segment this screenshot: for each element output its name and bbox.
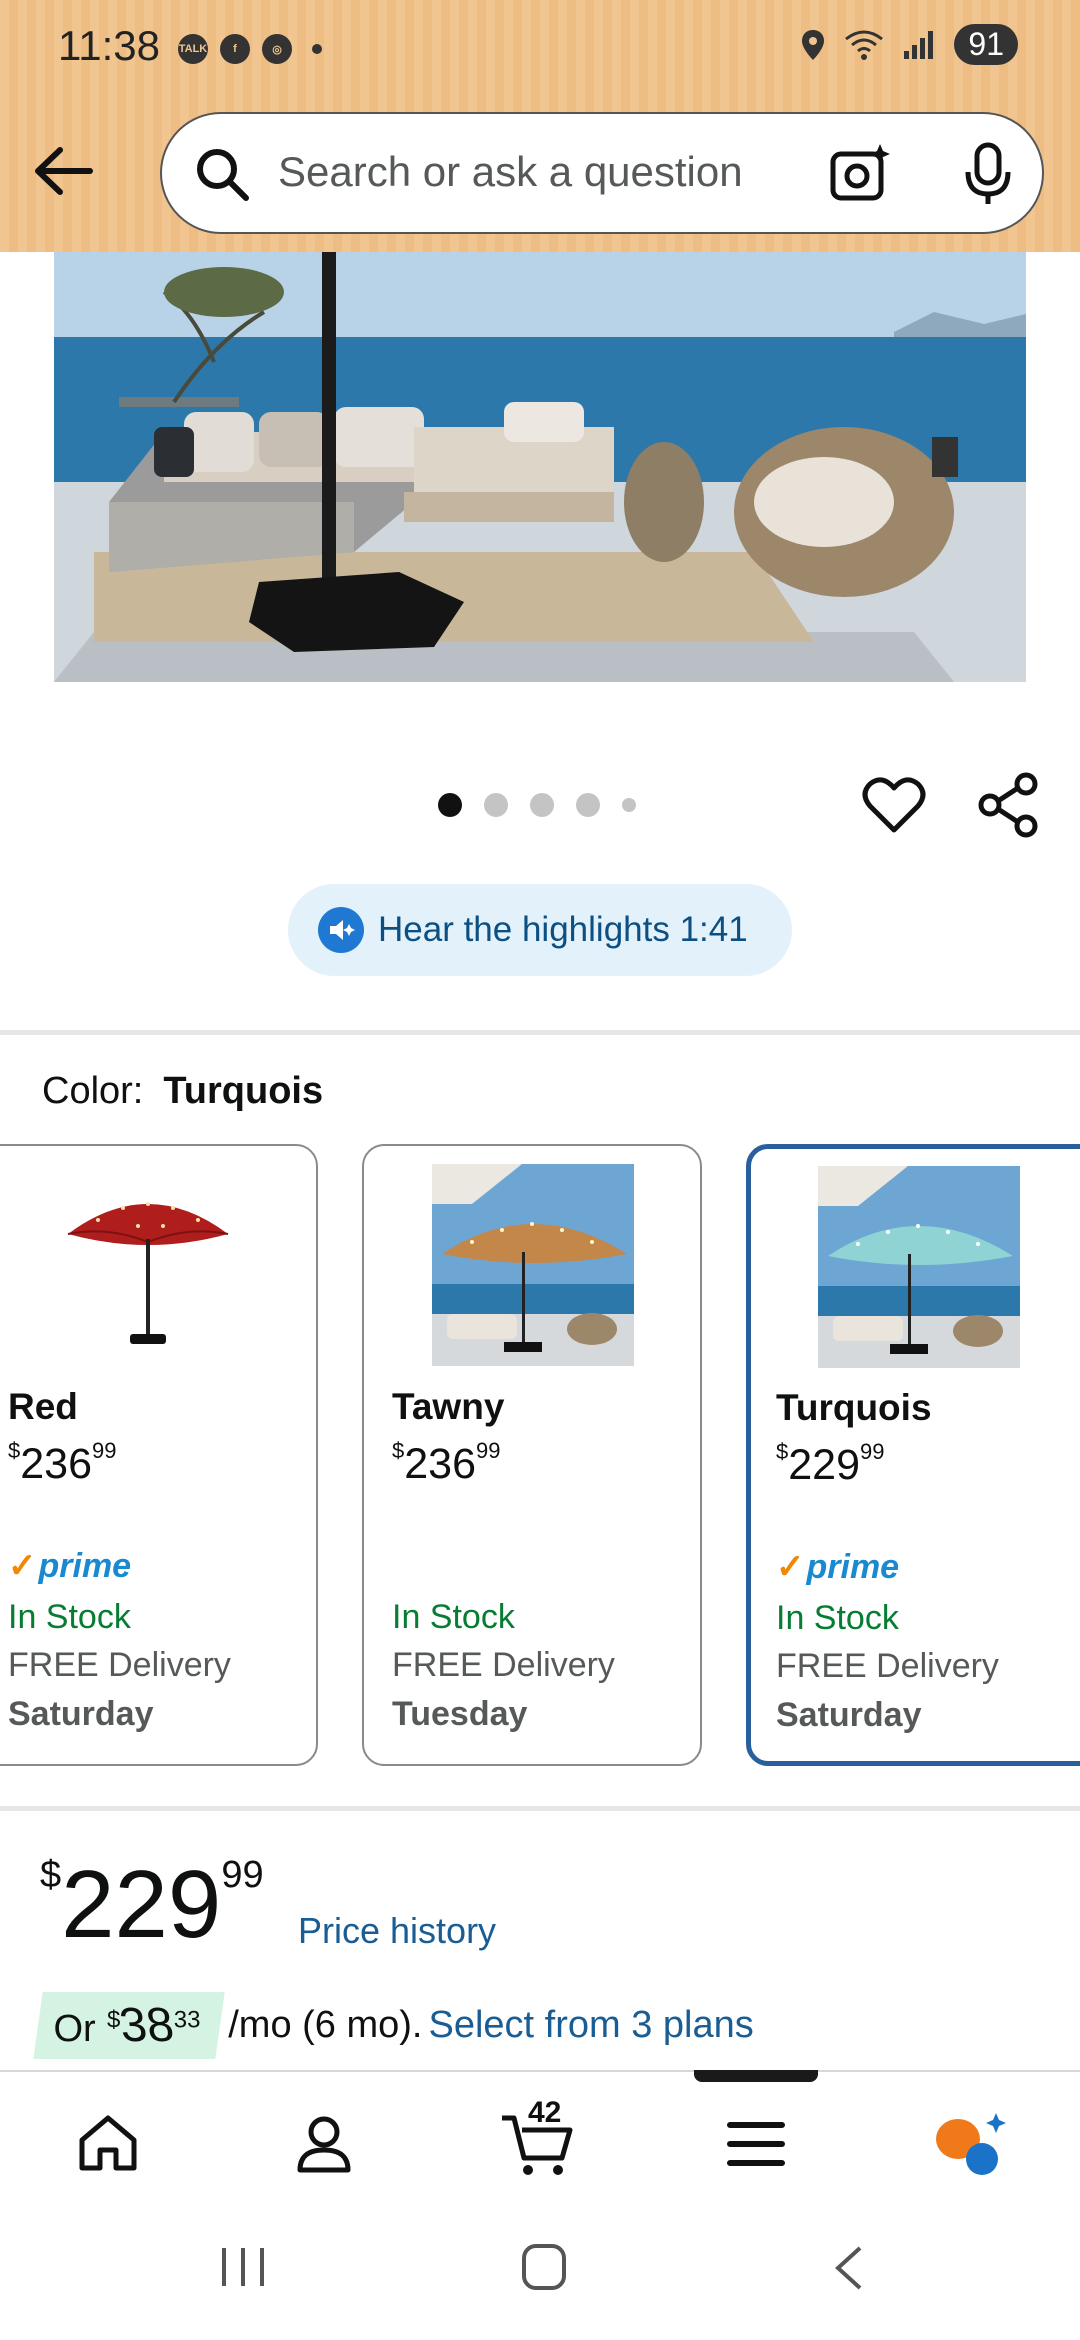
color-selector-label: Color: Turquois [42,1070,323,1113]
share-icon[interactable] [976,772,1040,838]
tawny-umbrella-image [432,1164,634,1366]
system-navigation [0,2200,1080,2340]
hear-highlights-label: Hear the highlights 1:41 [378,910,748,949]
signal-icon [904,30,934,59]
pager-dot[interactable] [576,793,600,817]
color-label: Color: [42,1070,144,1112]
audio-sparkle-icon [318,907,364,953]
installment-suffix: /mo (6 mo). [228,2003,423,2046]
variant-card-red[interactable]: Red $23699 ✓prime In Stock FREE Delivery… [0,1144,318,1766]
variant-name: Turquois [776,1387,932,1428]
section-divider [0,1806,1080,1811]
battery-level: 91 [954,24,1018,65]
back-arrow-icon[interactable] [28,136,98,206]
system-status: 91 [800,24,1018,65]
variant-name: Tawny [392,1386,505,1427]
pager-dot[interactable] [622,798,636,812]
hear-highlights-button[interactable]: Hear the highlights 1:41 [288,884,792,976]
delivery-day: Saturday [776,1696,922,1734]
prime-badge: ✓prime [8,1547,132,1585]
pager-dot[interactable] [438,793,462,817]
delivery-text: FREE Delivery [8,1646,231,1684]
wishlist-heart-icon[interactable] [862,774,926,834]
installment-offer: Or $3833 /mo (6 mo). Select from 3 plans [33,1988,754,2062]
rufus-assistant-icon[interactable] [930,2104,1010,2184]
variant-price: $22999 [776,1439,885,1489]
status-time: 11:38 [58,22,160,69]
variant-price: $23699 [8,1438,117,1488]
active-tab-indicator [694,2070,818,2082]
select-plans-link[interactable]: Select from 3 plans [428,2004,753,2047]
wifi-icon [845,30,884,60]
more-notifications-icon [312,44,322,54]
stock-status: In Stock [776,1599,899,1637]
variant-name: Red [8,1386,78,1427]
talk-icon: TALK [178,34,208,64]
chrome-icon: ◎ [262,34,292,64]
prime-badge: ✓prime [776,1548,900,1586]
patio-scene-image [54,252,1026,682]
notification-icons: TALK f ◎ [178,34,322,64]
price-history-link[interactable]: Price history [298,1910,496,1952]
variant-card-turquois[interactable]: Turquois $22999 ✓prime In Stock FREE Del… [746,1144,1080,1766]
delivery-day: Tuesday [392,1695,528,1733]
monthly-price-pill: Or $3833 [33,1991,225,2059]
search-bar[interactable]: Search or ask a question [160,112,1044,234]
prime-check-icon: ✓ [8,1547,37,1585]
menu-icon[interactable] [716,2104,796,2184]
stock-status: In Stock [8,1598,131,1636]
facebook-icon: f [220,34,250,64]
variant-card-tawny[interactable]: Tawny $23699 In Stock FREE Delivery Tues… [362,1144,702,1766]
delivery-text: FREE Delivery [392,1646,615,1684]
back-system-icon[interactable] [830,2244,866,2292]
account-icon[interactable] [284,2104,364,2184]
home-icon[interactable] [68,2104,148,2184]
search-input[interactable]: Search or ask a question [278,148,743,196]
recent-apps-icon[interactable] [218,2244,268,2290]
red-umbrella-image [67,1202,229,1344]
pager-dot[interactable] [484,793,508,817]
prime-check-icon: ✓ [776,1548,805,1586]
main-price: $22999 [40,1851,264,1958]
pager-dot[interactable] [530,793,554,817]
product-image[interactable] [54,252,1026,682]
microphone-icon[interactable] [962,142,1014,206]
top-header: 11:38 TALK f ◎ 91 Search or ask a questi… [0,0,1080,252]
section-divider [0,1030,1080,1035]
delivery-text: FREE Delivery [776,1647,999,1685]
selected-color: Turquois [163,1070,324,1112]
cart-count-badge: 42 [528,2096,562,2129]
turquois-umbrella-image [818,1166,1020,1368]
home-system-icon[interactable] [520,2242,568,2292]
stock-status: In Stock [392,1598,515,1636]
location-icon [802,29,825,60]
image-pager[interactable] [438,793,636,817]
camera-search-icon[interactable] [828,140,894,206]
delivery-day: Saturday [8,1695,154,1733]
search-icon [197,149,249,201]
variant-price: $23699 [392,1438,501,1488]
